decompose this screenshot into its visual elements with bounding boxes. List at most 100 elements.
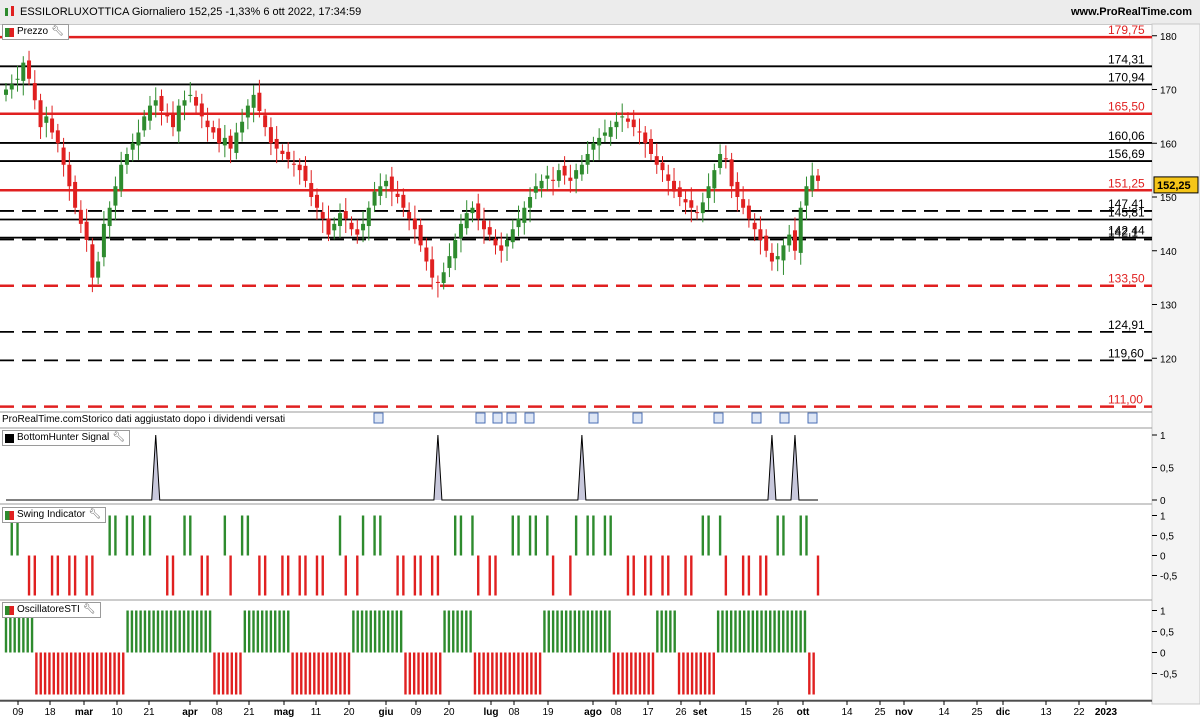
x-tick-label: 22 — [1073, 707, 1085, 718]
oscillator-bar — [695, 652, 698, 695]
candle-body — [735, 181, 740, 197]
candle-body — [55, 130, 60, 144]
x-tick-label: lug — [484, 707, 499, 718]
oscillator-bar — [117, 652, 121, 695]
candle-body — [769, 252, 774, 262]
panel-label-price[interactable]: Prezzo 🔧︎ — [2, 24, 69, 40]
swing-bar — [488, 555, 491, 596]
oscillator-bar — [790, 610, 794, 653]
swing-bar — [356, 555, 359, 596]
x-tick-label: 2023 — [1095, 707, 1118, 718]
oscillator-bar — [69, 652, 73, 695]
swing-bar — [626, 555, 630, 596]
x-tick-label: 21 — [243, 707, 255, 718]
swing-bar — [246, 515, 250, 556]
oscillator-bar — [795, 610, 798, 653]
candle-body — [481, 220, 486, 230]
panel-title: OscillatoreSTI — [17, 604, 80, 615]
oscillator-bar — [734, 610, 737, 653]
candle-body — [781, 245, 786, 261]
panel-label-swing[interactable]: Swing Indicator 🔧︎ — [2, 507, 107, 523]
swing-bar — [436, 555, 440, 596]
dividend-marker-icon — [475, 412, 486, 424]
candle-body — [171, 114, 176, 128]
oscillator-bar — [304, 652, 307, 695]
wrench-icon[interactable]: 🔧︎ — [51, 25, 64, 39]
swing-bar — [724, 555, 728, 596]
swing-bar — [816, 555, 820, 596]
swing-bar — [511, 515, 514, 556]
oscillator-bar — [517, 652, 520, 695]
oscillator-bar — [91, 652, 95, 695]
swing-bar — [200, 555, 204, 596]
swing-bar — [338, 515, 342, 556]
chart-canvas[interactable]: 180170160150140130120179,75174,31170,941… — [0, 0, 1200, 720]
candle-body — [217, 128, 222, 144]
oscillator-bar — [195, 610, 199, 653]
oscillator-bar — [551, 610, 555, 653]
candle-body — [672, 180, 677, 192]
oscillator-bar — [239, 652, 242, 695]
oscillator-bar — [356, 610, 359, 653]
candle-body — [418, 224, 423, 246]
swing-bar — [741, 555, 745, 596]
swing-bar — [534, 515, 538, 556]
candle-body — [505, 240, 510, 247]
oscillator-bar — [347, 652, 351, 695]
swing-bar — [402, 555, 405, 596]
candle-body — [510, 229, 515, 243]
x-tick-label: giu — [379, 707, 394, 718]
wrench-icon[interactable]: 🔧︎ — [83, 603, 96, 617]
y-tick-label: 150 — [1160, 193, 1177, 204]
oscillator-bar — [773, 610, 776, 653]
swing-bar — [286, 555, 290, 596]
oscillator-bar — [486, 652, 490, 695]
oscillator-bar — [547, 610, 550, 653]
wrench-icon[interactable]: 🔧︎ — [88, 508, 101, 522]
candle-body — [303, 165, 308, 181]
swing-bar — [189, 515, 192, 556]
candle-body — [291, 163, 296, 165]
oscillator-bar — [221, 652, 225, 695]
y-tick-label: 0,5 — [1160, 628, 1174, 639]
y-tick-label: 0 — [1160, 552, 1166, 563]
oscillator-bar — [764, 610, 768, 653]
candle-body — [810, 175, 815, 191]
candle-body — [700, 202, 705, 214]
oscillator-bar — [808, 652, 811, 695]
oscillator-bar — [143, 610, 147, 653]
candle-body — [441, 272, 446, 283]
oscillator-bar — [260, 610, 264, 653]
candle-body — [147, 105, 152, 121]
candle-body — [746, 205, 751, 219]
candle-body — [222, 137, 227, 146]
oscillator-bar — [274, 610, 277, 653]
oscillator-bar — [430, 652, 433, 695]
oscillator-bar — [799, 610, 802, 653]
candle-body — [562, 165, 567, 176]
swing-bar — [684, 555, 687, 596]
swing-bar — [603, 515, 607, 556]
x-tick-label: set — [693, 707, 708, 718]
candle-body — [476, 203, 481, 219]
panel-label-oscillator[interactable]: OscillatoreSTI 🔧︎ — [2, 602, 101, 618]
oscillator-bar — [738, 610, 742, 653]
candles-group — [4, 50, 820, 298]
swing-bar — [85, 555, 88, 596]
swing-bar — [759, 555, 762, 596]
candle-body — [631, 119, 636, 128]
swing-bars-group — [10, 515, 820, 596]
swing-bar — [125, 515, 129, 556]
swing-bar — [419, 555, 422, 596]
x-tick-label: 20 — [443, 707, 455, 718]
panel-label-bottomhunter[interactable]: BottomHunter Signal 🔧︎ — [2, 430, 130, 446]
level-label: 151,25 — [1108, 176, 1145, 190]
candle-body — [320, 212, 325, 219]
oscillator-bar — [452, 610, 455, 653]
y-tick-label: 170 — [1160, 86, 1177, 97]
swing-bar — [229, 555, 232, 596]
x-tick-label: 17 — [642, 707, 654, 718]
swing-bar — [171, 555, 175, 596]
oscillator-bar — [499, 652, 503, 695]
wrench-icon[interactable]: 🔧︎ — [112, 431, 125, 445]
